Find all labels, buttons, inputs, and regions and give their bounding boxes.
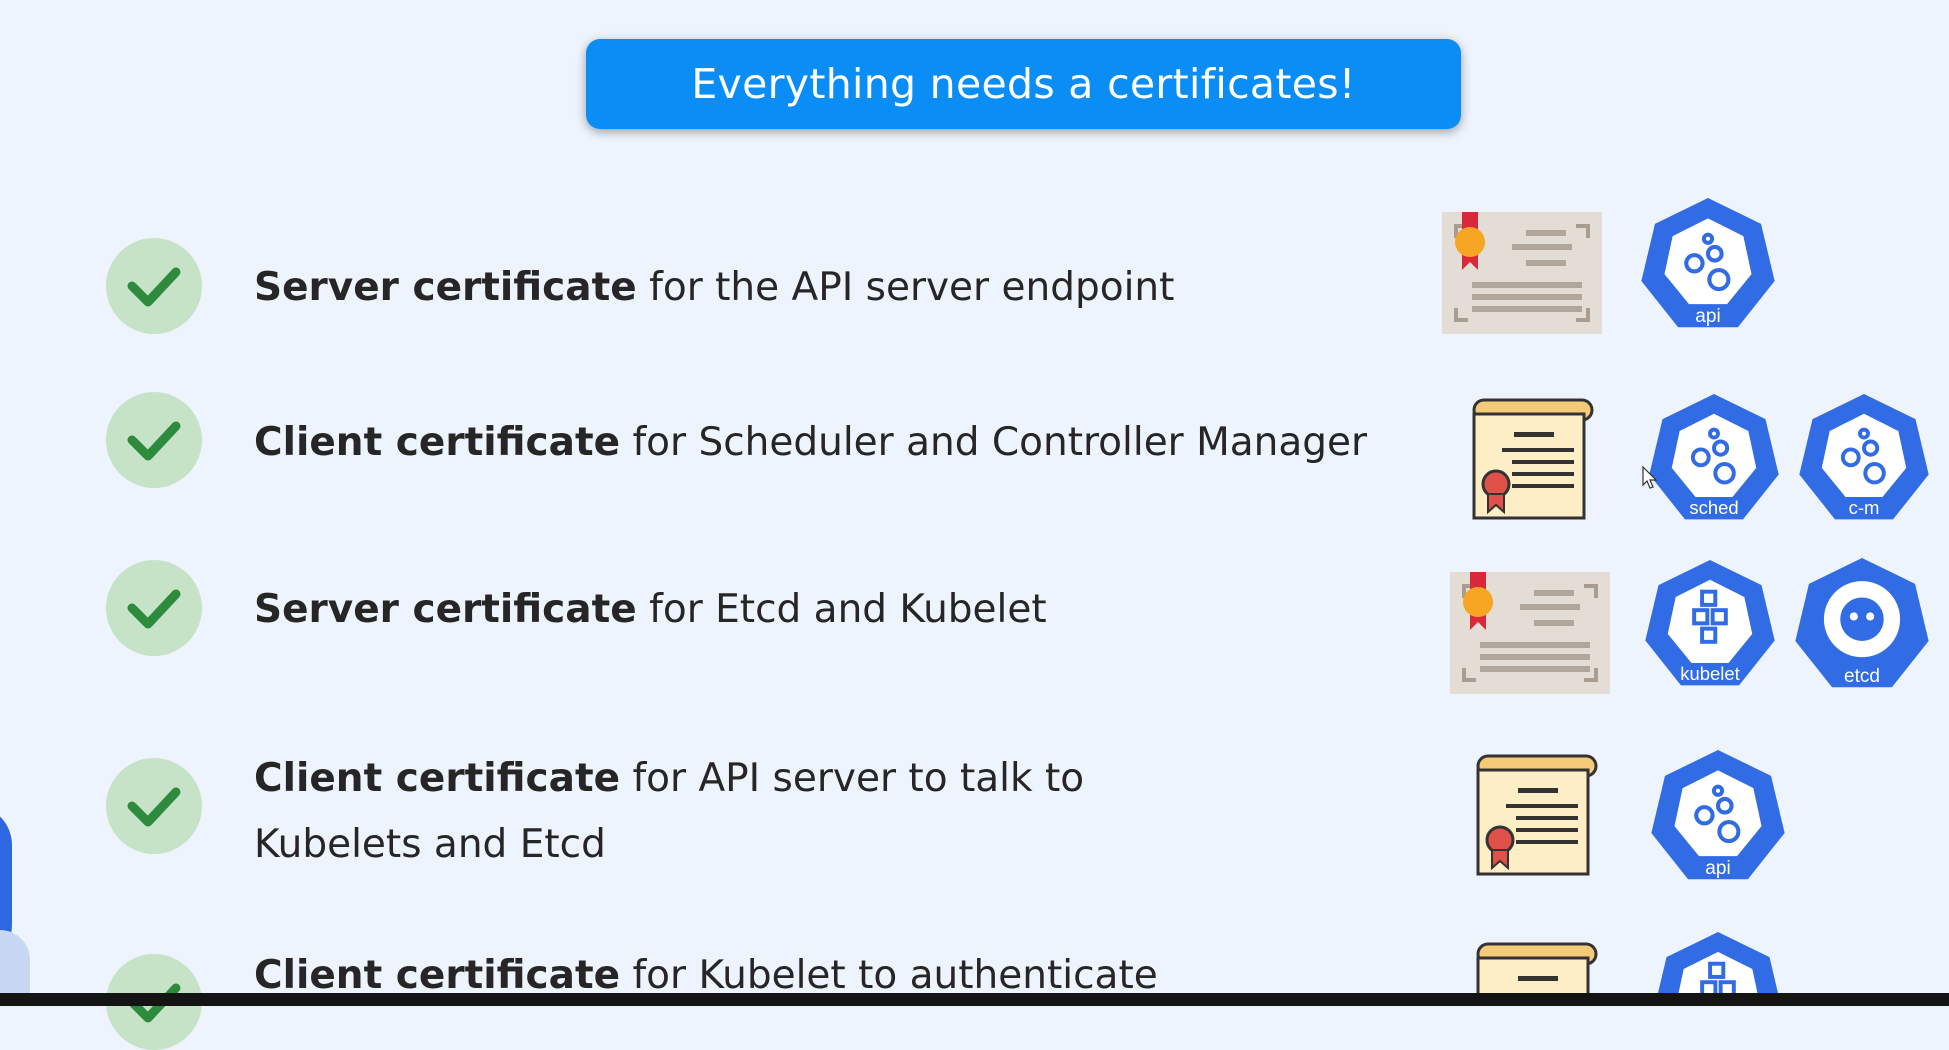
etcd-component-icon: etcd bbox=[1795, 558, 1929, 688]
item-bold: Client certificate bbox=[254, 953, 621, 998]
controller-manager-component-icon: c-m bbox=[1799, 394, 1929, 520]
component-label: api bbox=[1705, 858, 1730, 879]
check-icon bbox=[106, 238, 202, 334]
check-icon bbox=[106, 392, 202, 488]
item-text: Client certificate for API server to tal… bbox=[254, 746, 1084, 878]
item-rest: for Etcd and Kubelet bbox=[636, 587, 1047, 632]
item-text: Server certificate for Etcd and Kubelet bbox=[254, 577, 1047, 643]
item-line2: Kubelets and Etcd bbox=[254, 822, 606, 867]
bottom-bar bbox=[0, 993, 1949, 1006]
title-banner: Everything needs a certificates! bbox=[586, 39, 1461, 129]
item-bold: Server certificate bbox=[254, 265, 637, 310]
check-icon bbox=[106, 758, 202, 854]
component-label: api bbox=[1695, 306, 1720, 327]
component-label: sched bbox=[1689, 497, 1738, 518]
item-rest: for Scheduler and Controller Manager bbox=[620, 420, 1368, 465]
decorative-shape bbox=[0, 930, 30, 993]
item-text: Server certificate for the API server en… bbox=[254, 255, 1174, 321]
item-rest: for API server to talk to bbox=[620, 756, 1085, 801]
component-label: etcd bbox=[1844, 666, 1880, 687]
client-certificate-icon bbox=[1476, 754, 1598, 876]
component-label: c-m bbox=[1849, 497, 1880, 518]
server-certificate-icon bbox=[1442, 212, 1602, 334]
mouse-cursor-icon bbox=[1642, 466, 1658, 489]
item-bold: Client certificate bbox=[254, 756, 621, 801]
banner-title: Everything needs a certificates! bbox=[691, 60, 1356, 108]
kubelet-component-icon: kubelet bbox=[1645, 560, 1775, 686]
item-rest: for Kubelet to authenticate bbox=[620, 953, 1158, 998]
component-label: kubelet bbox=[1680, 663, 1740, 684]
api-component-icon: api bbox=[1641, 198, 1775, 328]
item-bold: Client certificate bbox=[254, 420, 621, 465]
client-certificate-icon bbox=[1472, 398, 1594, 520]
check-icon bbox=[106, 560, 202, 656]
item-text: Client certificate for Scheduler and Con… bbox=[254, 410, 1367, 476]
api-component-icon: api bbox=[1651, 750, 1785, 880]
item-rest: for the API server endpoint bbox=[636, 265, 1175, 310]
item-bold: Server certificate bbox=[254, 587, 637, 632]
server-certificate-icon bbox=[1450, 572, 1610, 694]
sched-component-icon: sched bbox=[1649, 394, 1779, 520]
